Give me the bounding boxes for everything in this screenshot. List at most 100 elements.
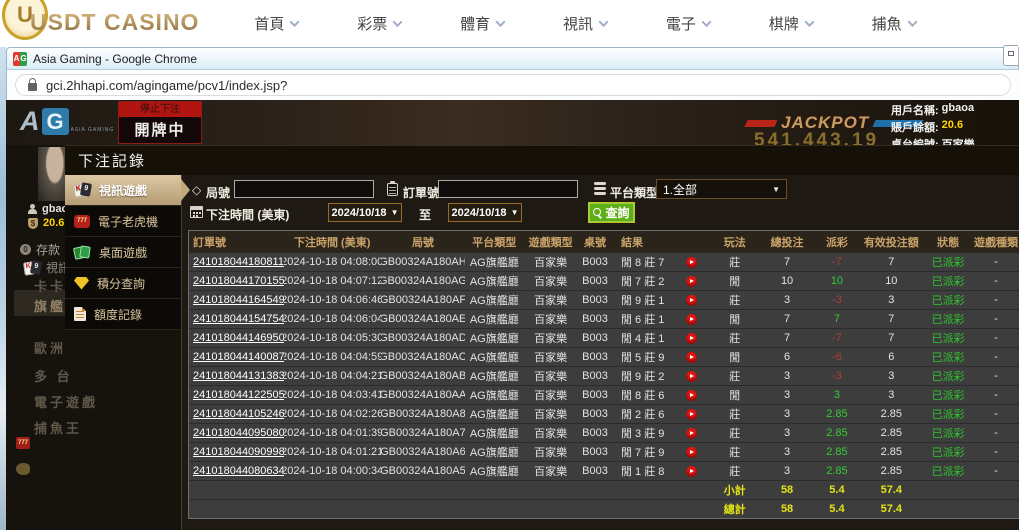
- game-cell: 百家樂: [523, 291, 578, 309]
- result-text: 閒 2 莊 6: [621, 406, 664, 422]
- chevron-down-icon: [599, 17, 609, 27]
- lobby-video-item[interactable]: 視訊: [24, 259, 70, 276]
- replay-play-button[interactable]: [686, 276, 697, 287]
- extra-cell: -: [973, 310, 1019, 328]
- ag-favicon-icon: AG: [13, 52, 27, 66]
- order-link[interactable]: 241018044090998: [193, 446, 284, 458]
- valid-bet-cell: 3: [859, 291, 923, 309]
- table-cell: B003: [578, 424, 612, 442]
- valid-bet-cell: 2.85: [859, 424, 923, 442]
- date-to-picker[interactable]: 2024/10/18 ▼: [448, 203, 522, 222]
- column-header: 狀態: [923, 231, 973, 252]
- lobby-menu-item[interactable]: 多 台: [34, 366, 73, 385]
- sidebar-item-3[interactable]: 桌面遊戲: [65, 237, 181, 268]
- date-from-picker[interactable]: 2024/10/18 ▼: [328, 203, 402, 222]
- order-link[interactable]: 241018044146950: [193, 332, 284, 344]
- sidebar-item-1[interactable]: 視訊遊戲: [65, 175, 181, 206]
- empty-cell: [284, 481, 381, 499]
- payout-cell: 2.85: [815, 462, 860, 480]
- table-cell: B003: [578, 310, 612, 328]
- sidebar-item-5[interactable]: 額度記錄: [65, 299, 181, 330]
- replay-play-button[interactable]: [686, 409, 697, 420]
- order-cell: 241018044170155: [189, 272, 284, 290]
- nav-item-7[interactable]: 捕魚: [842, 0, 945, 47]
- stop-betting-label: 停止下注: [119, 102, 201, 117]
- round-label: 局號: [206, 184, 230, 201]
- order-link[interactable]: 241018044122505: [193, 389, 284, 401]
- chevron-down-icon: [393, 17, 403, 27]
- empty-cell: [923, 481, 973, 499]
- brand-title: USDT CASINO: [30, 9, 199, 36]
- ag-logo-subtext: ASIA GAMING: [71, 127, 115, 133]
- extra-cell: -: [973, 329, 1019, 347]
- lobby-menu-item[interactable]: 電子遊戲: [34, 392, 98, 411]
- status-cell: 已派彩: [923, 272, 973, 290]
- order-input[interactable]: [438, 180, 578, 198]
- order-link[interactable]: 241018044095080: [193, 427, 284, 439]
- round-cell: GB00324A180AG: [381, 272, 466, 290]
- status-cell: 已派彩: [923, 443, 973, 461]
- total-bet-cell: 3: [760, 424, 815, 442]
- extra-cell: -: [973, 272, 1019, 290]
- replay-play-button[interactable]: [686, 333, 697, 344]
- empty-cell: [523, 481, 578, 499]
- nav-item-3[interactable]: 體育: [431, 0, 534, 47]
- nav-item-6[interactable]: 棋牌: [739, 0, 842, 47]
- platform-select[interactable]: 1.全部 ▼: [656, 179, 787, 199]
- address-bar[interactable]: gci.2hhapi.com/agingame/pcv1/index.jsp?: [15, 74, 1011, 96]
- lobby-username: gbao: [28, 203, 68, 215]
- nav-item-1[interactable]: 首頁: [225, 0, 328, 47]
- extra-cell: -: [973, 424, 1019, 442]
- order-link[interactable]: 241018044140087: [193, 351, 284, 363]
- round-input[interactable]: [234, 180, 374, 198]
- replay-play-button[interactable]: [686, 428, 697, 439]
- nav-item-2[interactable]: 彩票: [328, 0, 431, 47]
- lobby-menu-item[interactable]: 卡卡: [34, 276, 66, 295]
- result-text: 閒 6 莊 1: [621, 311, 664, 327]
- window-titlebar[interactable]: AG Asia Gaming - Google Chrome: [6, 47, 1019, 70]
- status-cell: 已派彩: [923, 291, 973, 309]
- order-cell: 241018044131383: [189, 367, 284, 385]
- nav-item-5[interactable]: 電子: [636, 0, 739, 47]
- window-control-button[interactable]: [1003, 45, 1018, 66]
- lobby-menu-item[interactable]: 旗艦: [34, 296, 66, 315]
- order-link[interactable]: 241018044170155: [193, 275, 284, 287]
- order-link[interactable]: 241018044131383: [193, 370, 284, 382]
- lobby-menu-item[interactable]: 歐洲: [34, 338, 66, 357]
- grand-total-valid: 57.4: [859, 500, 923, 518]
- sidebar-item-2[interactable]: 777電子老虎機: [65, 206, 181, 237]
- order-cell: 241018044105246: [189, 405, 284, 423]
- replay-play-button[interactable]: [686, 257, 697, 268]
- url-text: gci.2hhapi.com/agingame/pcv1/index.jsp?: [46, 78, 287, 93]
- replay-play-button[interactable]: [686, 371, 697, 382]
- method-cell: 閒: [710, 310, 760, 328]
- replay-play-button[interactable]: [686, 447, 697, 458]
- grand-total-payout: 5.4: [815, 500, 860, 518]
- replay-play-button[interactable]: [686, 352, 697, 363]
- order-link[interactable]: 241018044080634: [193, 465, 284, 477]
- replay-play-button[interactable]: [686, 466, 697, 477]
- money-bag-icon: $: [28, 218, 38, 229]
- table-number-label: 桌台編號:: [891, 136, 939, 145]
- result-text: 閒 5 莊 9: [621, 349, 664, 365]
- sidebar-item-4[interactable]: 積分查詢: [65, 268, 181, 299]
- deposit-button[interactable]: 0存款: [20, 241, 60, 258]
- search-button[interactable]: 查詢: [588, 202, 635, 223]
- order-link[interactable]: 241018044105246: [193, 408, 284, 420]
- replay-play-button[interactable]: [686, 295, 697, 306]
- order-link[interactable]: 241018044154754: [193, 313, 284, 325]
- game-cell: 百家樂: [523, 443, 578, 461]
- nav-item-4[interactable]: 視訊: [534, 0, 637, 47]
- status-cell: 已派彩: [923, 405, 973, 423]
- order-link[interactable]: 241018044180811: [193, 256, 284, 268]
- round-cell: GB00324A180AA: [381, 386, 466, 404]
- order-link[interactable]: 241018044164549: [193, 294, 284, 306]
- ag-page-content: A G ASIA GAMING 停止下注 開牌中 JACKPOT 541,443…: [6, 100, 1019, 530]
- replay-play-button[interactable]: [686, 314, 697, 325]
- method-cell: 莊: [710, 291, 760, 309]
- lobby-menu-item[interactable]: 捕魚王: [34, 418, 82, 437]
- platform-cell: AG旗艦廳: [465, 348, 523, 366]
- replay-play-button[interactable]: [686, 390, 697, 401]
- table-cell: B003: [578, 253, 612, 271]
- video-cards-icon: [74, 182, 91, 198]
